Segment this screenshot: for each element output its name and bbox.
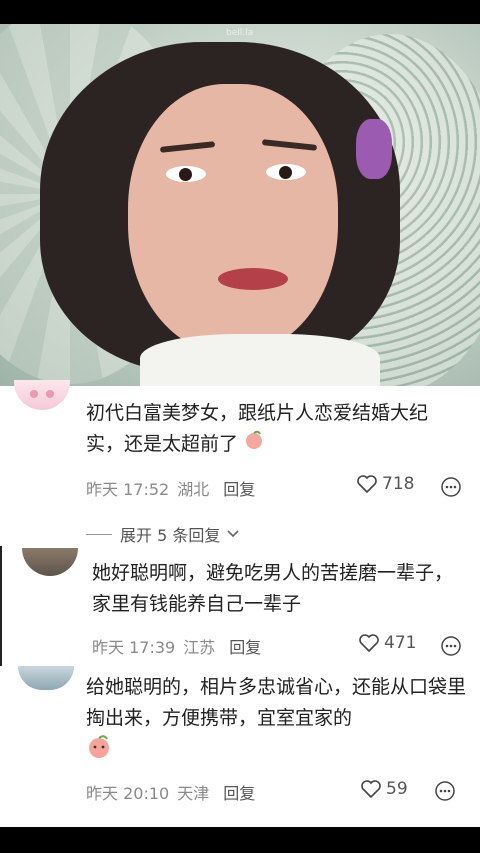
like-count: 471 — [384, 633, 417, 653]
video-frame[interactable]: bell.la — [0, 24, 480, 386]
comment-time: 昨天 17:39 — [92, 638, 176, 657]
comment-location: 天津 — [177, 784, 210, 803]
video-watermark: bell.la — [226, 28, 254, 38]
like-button[interactable]: 471 — [358, 633, 416, 653]
comment-text: 初代白富美梦女，跟纸片人恋爱结婚大纪实，还是太超前了 — [86, 398, 456, 460]
like-count: 718 — [382, 474, 415, 494]
comment-location: 江苏 — [183, 638, 216, 657]
more-options-icon[interactable] — [434, 780, 456, 806]
avatar[interactable] — [14, 380, 70, 410]
like-button[interactable]: 718 — [356, 474, 414, 494]
avatar[interactable] — [18, 666, 74, 690]
like-count: 59 — [386, 779, 408, 799]
peach-emoji-icon — [244, 429, 264, 460]
heart-icon — [361, 780, 381, 799]
thread-indicator — [0, 546, 2, 666]
collar-shape — [140, 334, 380, 386]
hair-flower — [356, 119, 392, 179]
comment-time: 昨天 17:52 — [86, 480, 170, 499]
reply-button[interactable]: 回复 — [229, 634, 261, 658]
comment-text: 给她聪明的，相片多忠诚省心，还能从口袋里掏出来，方便携带，宜室宜家的 — [86, 672, 466, 770]
like-button[interactable]: 59 — [360, 779, 408, 799]
expand-replies-label: 展开 5 条回复 — [120, 526, 221, 545]
comment-text-content: 给她聪明的，相片多忠诚省心，还能从口袋里掏出来，方便携带，宜室宜家的 — [86, 676, 467, 729]
reply-button[interactable]: 回复 — [223, 476, 255, 500]
heart-icon — [357, 475, 377, 494]
mouth-shape — [218, 268, 288, 290]
face-shape — [128, 84, 338, 354]
avatar-cartoon-icon — [30, 390, 54, 398]
avatar[interactable] — [22, 548, 78, 576]
comment-meta: 昨天 20:10 天津 回复 — [86, 780, 255, 804]
comment-text: 她好聪明啊，避免吃男人的苦搓磨一辈子，家里有钱能养自己一辈子 — [92, 562, 454, 615]
left-eye — [166, 166, 206, 182]
comment-meta: 昨天 17:39 江苏 回复 — [92, 634, 261, 658]
chevron-down-icon — [227, 530, 239, 538]
top-black-bar — [0, 0, 480, 24]
comment-section: 初代白富美梦女，跟纸片人恋爱结婚大纪实，还是太超前了 昨天 17:52 湖北 回… — [0, 380, 480, 827]
more-options-icon[interactable] — [440, 635, 462, 661]
expand-line — [86, 533, 112, 535]
reply-button[interactable]: 回复 — [223, 780, 255, 804]
bottom-black-bar — [0, 827, 480, 853]
comment-time: 昨天 20:10 — [86, 784, 170, 803]
expand-replies-button[interactable]: 展开 5 条回复 — [86, 522, 240, 546]
more-options-icon[interactable] — [440, 476, 462, 502]
peach-emoji-icon — [86, 734, 112, 770]
comment-location: 湖北 — [177, 480, 210, 499]
comment-meta: 昨天 17:52 湖北 回复 — [86, 476, 255, 500]
heart-icon — [359, 634, 379, 653]
right-eye — [266, 164, 306, 180]
